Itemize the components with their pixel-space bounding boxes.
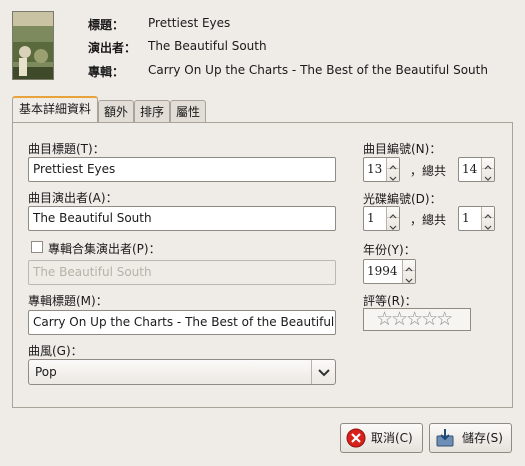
track-title-label: 曲目標題(T)： [28,142,105,156]
disc-number-spinner[interactable]: 1 [363,206,400,231]
header-album-value: Carry On Up the Charts - The Best of the… [148,63,488,77]
album-title-label: 專輯標題(M)： [28,294,108,308]
track-number-value: 13 [367,162,383,176]
album-cover-image [12,11,54,80]
header-artist-value: The Beautiful South [148,39,267,53]
year-label: 年份(Y)： [363,243,416,257]
track-total-value: 14 [462,162,478,176]
track-number-label: 曲目編號(N)： [363,142,442,156]
disc-total-value: 1 [462,211,470,225]
disc-total-spinner[interactable]: 1 [458,206,495,231]
spin-down-icon[interactable] [387,169,399,181]
chevron-down-icon [311,360,335,384]
track-artist-input[interactable]: The Beautiful South [28,206,336,231]
save-icon [435,428,455,448]
track-total-spinner[interactable]: 14 [458,157,495,182]
spin-up-icon[interactable] [387,207,399,219]
spin-up-icon[interactable] [403,260,415,272]
header-album-label: 專輯： [88,65,125,79]
disc-number-value: 1 [367,211,375,225]
year-value: 1994 [367,264,398,278]
track-total-label: ，總共 [410,164,447,178]
year-spinner[interactable]: 1994 [363,259,416,284]
track-number-spinner[interactable]: 13 [363,157,400,182]
spin-up-icon[interactable] [387,158,399,170]
compilation-artist-checkbox[interactable] [31,241,43,253]
track-title-input[interactable]: Prettiest Eyes [28,157,336,182]
save-button-label: 儲存(S) [462,431,503,445]
spin-up-icon[interactable] [482,207,494,219]
header-artist-label: 演出者： [88,41,137,55]
tab-extra[interactable]: 額外 [98,100,134,124]
compilation-artist-input: The Beautiful South [28,260,336,285]
save-button[interactable]: 儲存(S) [429,423,512,453]
tab-basic-details[interactable]: 基本詳細資料 [12,96,98,123]
genre-combobox[interactable]: Pop [28,359,336,385]
header-title-label: 標題： [88,18,125,32]
header-title-value: Prettiest Eyes [148,16,231,30]
album-title-input[interactable]: Carry On Up the Charts - The Best of the… [28,310,336,335]
rating-widget[interactable]: ☆☆☆☆☆ [363,308,471,331]
spin-down-icon[interactable] [403,271,415,283]
cancel-icon [346,428,366,448]
genre-label: 曲風(G)： [28,344,83,358]
rating-label: 評等(R)： [363,294,417,308]
disc-number-label: 光碟編號(D)： [363,192,442,206]
spin-down-icon[interactable] [387,218,399,230]
compilation-artist-label: 專輯合集演出者(P)： [48,242,161,256]
spin-down-icon[interactable] [482,169,494,181]
spin-up-icon[interactable] [482,158,494,170]
spin-down-icon[interactable] [482,218,494,230]
cancel-button-label: 取消(C) [371,431,413,445]
genre-value: Pop [35,365,57,379]
track-artist-label: 曲目演出者(A)： [28,191,118,205]
rating-stars-icon: ☆☆☆☆☆ [376,308,453,330]
tab-sorting[interactable]: 排序 [134,100,170,124]
cancel-button[interactable]: 取消(C) [340,423,423,453]
tab-properties[interactable]: 屬性 [170,100,206,124]
disc-total-label: ，總共 [410,213,447,227]
